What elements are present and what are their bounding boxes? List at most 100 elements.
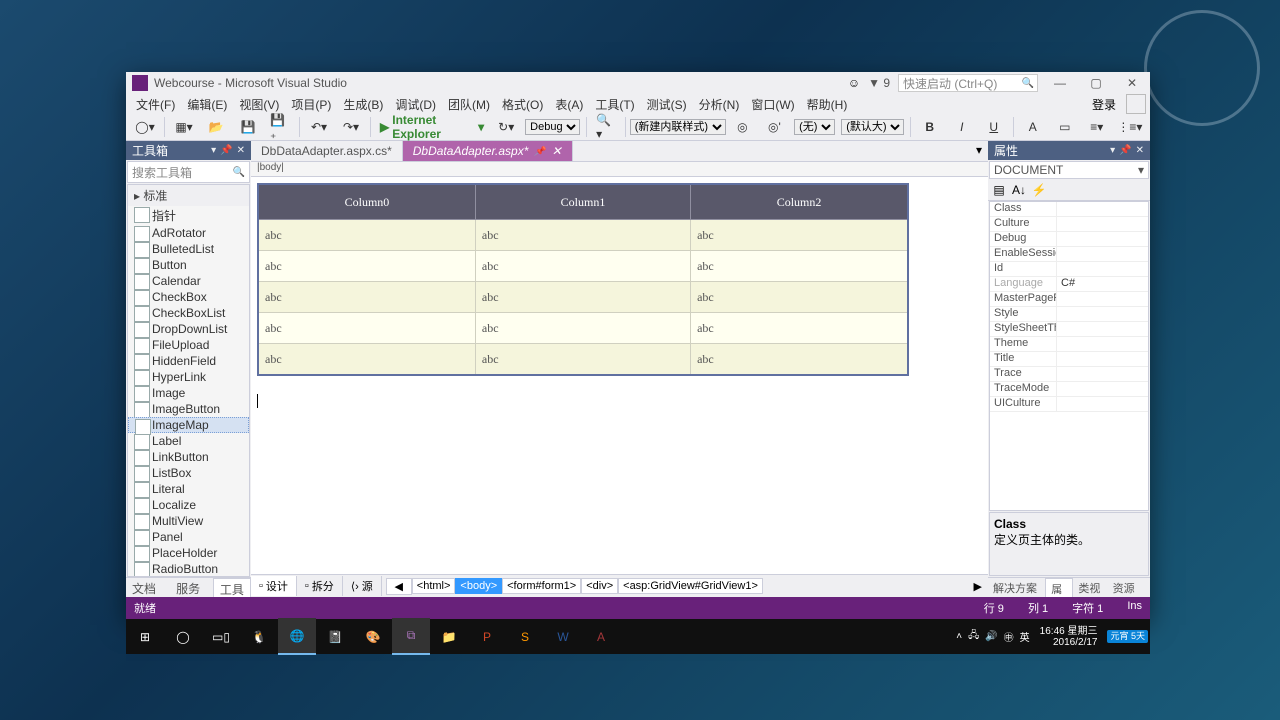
- column-header[interactable]: Column2: [691, 184, 908, 220]
- menu-item[interactable]: 生成(B): [337, 94, 389, 115]
- toolbox-item[interactable]: Localize: [128, 497, 249, 513]
- dropdown-icon[interactable]: ▾: [1110, 145, 1115, 156]
- toolbox-item[interactable]: FileUpload: [128, 337, 249, 353]
- element-path[interactable]: |body|: [251, 162, 988, 177]
- word-icon[interactable]: W: [544, 619, 582, 654]
- feedback-icon[interactable]: ☺: [848, 76, 860, 90]
- cell[interactable]: abc: [691, 344, 908, 376]
- toolbox-item[interactable]: ImageMap: [128, 417, 249, 433]
- bold-button[interactable]: B: [915, 116, 945, 138]
- cell[interactable]: abc: [475, 220, 690, 251]
- save-button[interactable]: 💾: [233, 116, 263, 138]
- events-icon[interactable]: ⚡: [1030, 183, 1048, 197]
- toolbox-list[interactable]: ▸ 标准指针AdRotatorBulletedListButtonCalenda…: [127, 184, 250, 577]
- cell[interactable]: abc: [691, 313, 908, 344]
- target-icon[interactable]: ◎: [727, 116, 757, 138]
- toolbox-item[interactable]: BulletedList: [128, 241, 249, 257]
- sublime-icon[interactable]: S: [506, 619, 544, 654]
- properties-target-select[interactable]: DOCUMENT: [989, 161, 1149, 179]
- pushpin-icon[interactable]: 📌: [1119, 145, 1131, 156]
- tag[interactable]: <div>: [581, 578, 618, 594]
- nav-back-button[interactable]: ◯▾: [130, 116, 160, 138]
- cell[interactable]: abc: [258, 220, 475, 251]
- menu-item[interactable]: 工具(T): [589, 94, 640, 115]
- cell[interactable]: abc: [475, 251, 690, 282]
- cell[interactable]: abc: [691, 220, 908, 251]
- dropdown-icon[interactable]: ▾: [211, 145, 216, 156]
- tag[interactable]: <asp:GridView#GridView1>: [618, 578, 763, 594]
- toolbox-item[interactable]: ImageButton: [128, 401, 249, 417]
- subtab[interactable]: 服务器...: [170, 578, 213, 597]
- new-button[interactable]: ▦▾: [169, 116, 199, 138]
- open-button[interactable]: 📂: [201, 116, 231, 138]
- menu-item[interactable]: 项目(P): [285, 94, 337, 115]
- menu-item[interactable]: 编辑(E): [181, 94, 233, 115]
- properties-grid[interactable]: ClassCultureDebugEnableSessionIdLanguage…: [989, 201, 1149, 511]
- notifications[interactable]: ▼ 9: [868, 76, 890, 90]
- toolbox-item[interactable]: Calendar: [128, 273, 249, 289]
- explorer-icon[interactable]: 📁: [430, 619, 468, 654]
- vs-icon[interactable]: ⧉: [392, 618, 430, 655]
- menu-item[interactable]: 表(A): [549, 94, 589, 115]
- maximize-button[interactable]: ▢: [1082, 74, 1110, 92]
- menu-item[interactable]: 团队(M): [442, 94, 496, 115]
- start-debug-button[interactable]: ▶ Internet Explorer ▾: [375, 116, 489, 138]
- toolbox-item[interactable]: Image: [128, 385, 249, 401]
- toolbox-item[interactable]: RadioButton: [128, 561, 249, 577]
- property-row[interactable]: LanguageC#: [990, 277, 1148, 292]
- menu-item[interactable]: 窗口(W): [745, 94, 800, 115]
- list-button[interactable]: ⋮≡▾: [1114, 116, 1146, 138]
- tag[interactable]: <html>: [412, 578, 456, 594]
- save-all-button[interactable]: 💾₊: [265, 116, 295, 138]
- minimize-button[interactable]: —: [1046, 74, 1074, 92]
- categorized-icon[interactable]: ▤: [990, 183, 1008, 197]
- property-row[interactable]: Trace: [990, 367, 1148, 382]
- toolbox-item[interactable]: Label: [128, 433, 249, 449]
- toolbox-item[interactable]: CheckBox: [128, 289, 249, 305]
- menu-item[interactable]: 调试(D): [389, 94, 442, 115]
- cell[interactable]: abc: [258, 344, 475, 376]
- menu-item[interactable]: 文件(F): [130, 94, 181, 115]
- rule-select[interactable]: (无): [791, 116, 837, 138]
- backcolor-button[interactable]: ▭: [1050, 116, 1080, 138]
- quick-launch-input[interactable]: 快速启动 (Ctrl+Q): [898, 74, 1038, 92]
- close-button[interactable]: ✕: [1118, 74, 1146, 92]
- app-icon[interactable]: 🐧: [240, 619, 278, 654]
- taskview-icon[interactable]: ▭▯: [202, 619, 240, 654]
- tag[interactable]: <form#form1>: [502, 578, 581, 594]
- toolbox-search-input[interactable]: 搜索工具箱: [127, 161, 250, 183]
- config-select[interactable]: Debug: [523, 116, 582, 138]
- onenote-icon[interactable]: 📓: [316, 619, 354, 654]
- subtab[interactable]: 类视图: [1073, 578, 1107, 597]
- cell[interactable]: abc: [258, 313, 475, 344]
- tag[interactable]: <body>: [455, 578, 502, 594]
- toolbox-item[interactable]: 指针: [128, 206, 249, 225]
- volume-icon[interactable]: 🔊: [985, 631, 997, 642]
- toolbox-item[interactable]: HyperLink: [128, 369, 249, 385]
- titlebar[interactable]: Webcourse - Microsoft Visual Studio ☺ ▼ …: [126, 72, 1150, 94]
- subtab[interactable]: 资源视图: [1108, 578, 1150, 597]
- weather-badge[interactable]: 元宵 5天: [1107, 630, 1148, 643]
- cell[interactable]: abc: [475, 313, 690, 344]
- cell[interactable]: abc: [475, 344, 690, 376]
- windows-taskbar[interactable]: ⊞ ◯ ▭▯ 🐧 🌐 📓 🎨 ⧉ 📁 P S W A ˄ 🖧 🔊 ㊥ 英 16:…: [126, 619, 1150, 654]
- next-icon[interactable]: ▶: [968, 580, 988, 593]
- pin-icon[interactable]: 📌: [534, 146, 545, 157]
- cell[interactable]: abc: [475, 282, 690, 313]
- access-icon[interactable]: A: [582, 619, 620, 654]
- property-row[interactable]: Debug: [990, 232, 1148, 247]
- toolbox-item[interactable]: MultiView: [128, 513, 249, 529]
- browser-link-button[interactable]: ↻▾: [491, 116, 521, 138]
- italic-button[interactable]: I: [947, 116, 977, 138]
- column-header[interactable]: Column1: [475, 184, 690, 220]
- close-icon[interactable]: ✕: [1136, 145, 1144, 156]
- prev-icon[interactable]: ◀: [386, 578, 412, 595]
- property-row[interactable]: Title: [990, 352, 1148, 367]
- property-row[interactable]: UICulture: [990, 397, 1148, 412]
- align-button[interactable]: ≡▾: [1082, 116, 1112, 138]
- document-tab[interactable]: DbDataAdapter.aspx.cs*: [251, 141, 403, 161]
- column-header[interactable]: Column0: [258, 184, 475, 220]
- network-icon[interactable]: 🖧: [968, 628, 979, 645]
- close-icon[interactable]: ✕: [237, 145, 245, 156]
- toolbox-item[interactable]: CheckBoxList: [128, 305, 249, 321]
